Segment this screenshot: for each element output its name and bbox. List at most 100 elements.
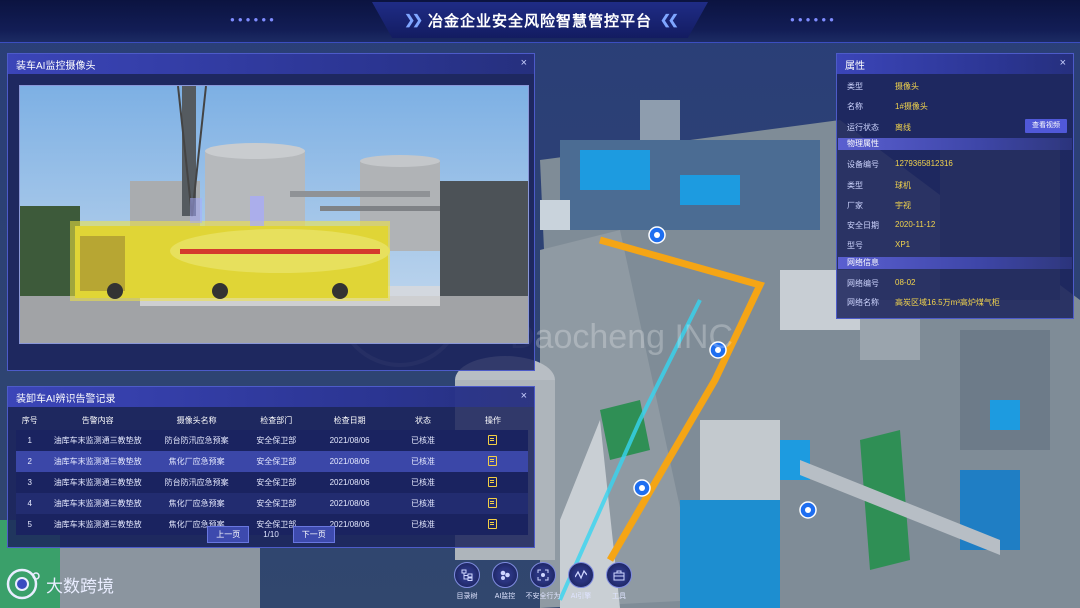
- row-content: 油库车末监测通三教垫放: [43, 451, 152, 472]
- camera-marker[interactable]: [709, 341, 727, 359]
- tool-ai-monitor[interactable]: AI监控: [486, 562, 524, 608]
- tool-ai-engine[interactable]: AI引擎: [562, 562, 600, 608]
- camera-marker[interactable]: [633, 479, 651, 497]
- row-action: [457, 430, 528, 451]
- col-header-content: 告警内容: [81, 416, 114, 425]
- row-action: [457, 472, 528, 493]
- prop-model-value: XP1: [895, 240, 911, 249]
- table-row[interactable]: 1 油库车末监测通三教垫放 防台防汛应急预案 安全保卫部 2021/08/06 …: [16, 430, 528, 451]
- table-row[interactable]: 2 油库车末监测通三教垫放 焦化厂应急预案 安全保卫部 2021/08/06 已…: [16, 451, 528, 472]
- row-camera: 防台防汛应急预案: [152, 472, 242, 493]
- pagination: 上一页 1/10 下一页: [8, 526, 534, 543]
- col-header-status: 状态: [414, 416, 431, 425]
- row-no: 1: [16, 430, 44, 451]
- col-header-dept: 检查部门: [260, 416, 293, 425]
- camera-video-feed[interactable]: [19, 85, 529, 344]
- camera-panel-title: 装车AI监控摄像头: [16, 60, 96, 72]
- prop-model-label: 型号: [847, 241, 863, 250]
- tool-label: AI引擎: [570, 593, 592, 600]
- prop-net-name-label: 网络名称: [847, 298, 879, 307]
- row-status: 已核准: [388, 493, 458, 514]
- row-status: 已核准: [388, 472, 458, 493]
- edit-doc-icon[interactable]: [488, 476, 498, 487]
- prop-ptype-value: 球机: [895, 181, 911, 190]
- row-content: 油库车末监测通三教垫放: [43, 493, 152, 514]
- page-indicator: 1/10: [263, 530, 279, 539]
- prev-page-button[interactable]: 上一页: [207, 526, 250, 543]
- alarm-table: 序号 告警内容 摄像头名称 检查部门 检查日期 状态 操作 1 油库车末监测通三…: [16, 411, 528, 535]
- prop-status-label: 运行状态: [847, 123, 879, 132]
- edit-doc-icon[interactable]: [488, 497, 498, 508]
- tool-label: 目录树: [456, 593, 478, 600]
- brand-logo: 大数跨境: [6, 568, 114, 600]
- col-header-no: 序号: [21, 416, 38, 425]
- prop-status-value: 离线: [895, 123, 911, 132]
- camera-panel: 装车AI监控摄像头 ×: [7, 53, 535, 371]
- view-video-button[interactable]: 查看视频: [1025, 119, 1067, 133]
- header-decoration-left: ●●●●●●: [230, 15, 277, 24]
- alarm-panel-title: 装卸车AI辨识告警记录: [16, 393, 116, 405]
- row-content: 油库车末监测通三教垫放: [43, 430, 152, 451]
- prop-install-value: 2020-11-12: [895, 220, 936, 229]
- camera-marker[interactable]: [799, 501, 817, 519]
- prop-type-value: 摄像头: [895, 82, 919, 91]
- close-icon[interactable]: ×: [521, 390, 527, 402]
- row-dept: 安全保卫部: [241, 493, 312, 514]
- prop-name-value: 1#摄像头: [895, 102, 928, 111]
- tool-toolbox[interactable]: 工具: [600, 562, 638, 608]
- app-title: 冶金企业安全风险智慧管控平台: [427, 11, 652, 30]
- row-no: 4: [16, 493, 44, 514]
- tool-label: 不安全行为: [525, 593, 561, 600]
- row-camera: 防台防汛应急预案: [152, 430, 242, 451]
- title-plate: ❯❯ 冶金企业安全风险智慧管控平台 ❮❮: [372, 2, 708, 38]
- row-date: 2021/08/06: [311, 493, 389, 514]
- top-header: ●●●●●● ❯❯ 冶金企业安全风险智慧管控平台 ❮❮ ●●●●●●: [0, 0, 1080, 43]
- table-row[interactable]: 4 油库车末监测通三教垫放 焦化厂应急预案 安全保卫部 2021/08/06 已…: [16, 493, 528, 514]
- edit-doc-icon[interactable]: [488, 434, 498, 445]
- alarm-records-panel: 装卸车AI辨识告警记录 × 序号 告警内容 摄像头名称 检查部门 检查日期 状态…: [7, 386, 535, 548]
- properties-panel-title: 属性: [845, 60, 865, 72]
- row-dept: 安全保卫部: [241, 472, 312, 493]
- row-camera: 焦化厂应急预案: [152, 451, 242, 472]
- row-status: 已核准: [388, 451, 458, 472]
- logo-text: 大数跨境: [46, 576, 114, 597]
- prop-net-name-value: 高炭区域16.5万m³高炉煤气柜: [895, 298, 1000, 307]
- network-info-header: 网络信息: [838, 257, 1072, 269]
- close-icon[interactable]: ×: [521, 57, 527, 69]
- table-header-row: 序号 告警内容 摄像头名称 检查部门 检查日期 状态 操作: [16, 411, 528, 430]
- row-date: 2021/08/06: [311, 451, 389, 472]
- unsafe-behavior-icon: [530, 562, 556, 588]
- prop-ptype-label: 类型: [847, 181, 863, 190]
- row-content: 油库车末监测通三教垫放: [43, 472, 152, 493]
- next-page-button[interactable]: 下一页: [292, 526, 335, 543]
- prop-name-label: 名称: [847, 102, 863, 111]
- row-status: 已核准: [388, 430, 458, 451]
- table-row[interactable]: 3 油库车末监测通三教垫放 防台防汛应急预案 安全保卫部 2021/08/06 …: [16, 472, 528, 493]
- chevron-right-icon: ❯❯: [404, 12, 423, 27]
- close-icon[interactable]: ×: [1060, 57, 1066, 69]
- tree-icon: [454, 562, 480, 588]
- col-header-camera: 摄像头名称: [176, 416, 217, 425]
- tool-directory-tree[interactable]: 目录树: [448, 562, 486, 608]
- physical-attrs-header: 物理属性: [838, 138, 1072, 150]
- camera-marker[interactable]: [648, 226, 666, 244]
- chevron-left-icon: ❮❮: [660, 12, 679, 27]
- prop-install-label: 安全日期: [847, 221, 879, 230]
- ai-monitor-icon: [492, 562, 518, 588]
- prop-device-no-value: 1279365812316: [895, 159, 953, 168]
- ai-engine-icon: [568, 562, 594, 588]
- prop-vendor-label: 厂家: [847, 201, 863, 210]
- properties-panel: 属性 × 类型 摄像头 名称 1#摄像头 运行状态 离线 查看视频 物理属性 设…: [836, 53, 1074, 319]
- tool-unsafe-behavior[interactable]: 不安全行为: [524, 562, 562, 608]
- row-dept: 安全保卫部: [241, 451, 312, 472]
- row-date: 2021/08/06: [311, 430, 389, 451]
- prop-net-no-label: 网络编号: [847, 279, 879, 288]
- row-dept: 安全保卫部: [241, 430, 312, 451]
- row-no: 3: [16, 472, 44, 493]
- camera-frame-image: [20, 86, 528, 343]
- edit-doc-icon[interactable]: [488, 455, 498, 466]
- tool-label: AI监控: [494, 593, 516, 600]
- prop-net-no-value: 08-02: [895, 278, 916, 287]
- prop-type-label: 类型: [847, 82, 863, 91]
- properties-panel-header: 属性 ×: [837, 54, 1073, 74]
